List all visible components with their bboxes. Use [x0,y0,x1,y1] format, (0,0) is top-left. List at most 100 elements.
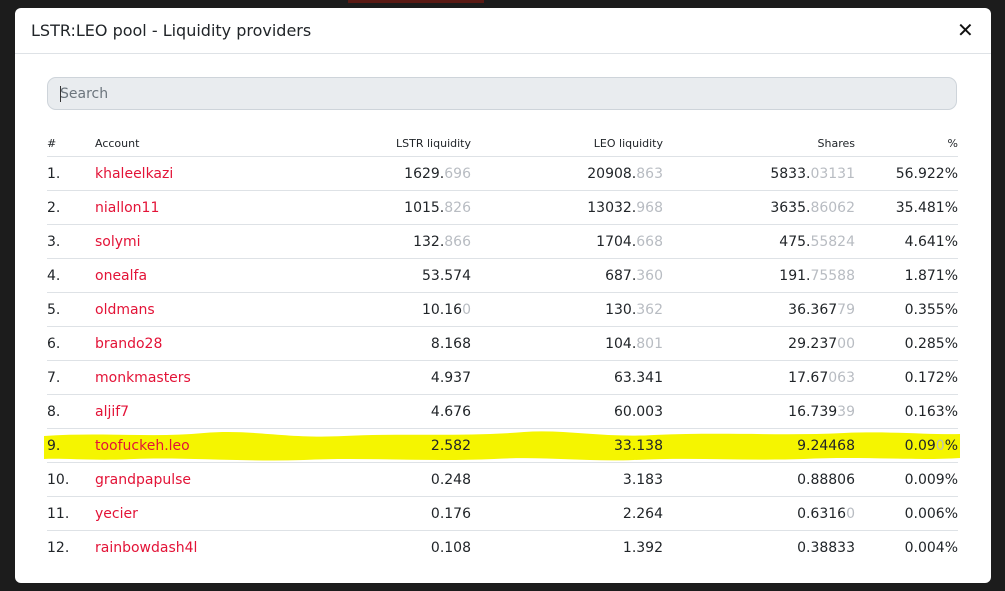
percent-value: 4.641% [904,233,958,250]
col-index-header[interactable]: # [47,130,95,157]
percent-cell: 0.090% [855,428,958,463]
table-header-row: # Account LSTR liquidity LEO liquidity S… [47,130,958,157]
table-row: 8. aljif7 4.676 60.003 16.73939 0.163% [47,394,958,429]
row-index-text: 2. [47,199,61,216]
leo-value: 60.003 [614,403,663,420]
shares-cell: 5833.03131 [663,156,855,191]
shares-value-dim: 03131 [810,165,855,182]
account-link[interactable]: niallon11 [95,200,159,216]
table-row: 2. niallon11 1015.826 13032.968 3635.86062 35… [47,190,958,225]
lstr-value-dim: 826 [444,199,471,216]
col-leo-header[interactable]: LEO liquidity [471,130,663,157]
shares-cell: 475.55824 [663,224,855,259]
leo-value-dim: 362 [636,301,663,318]
shares-value-dim: 55824 [810,233,855,250]
shares-value-dim: 86062 [810,199,855,216]
lstr-value: 0.176 [430,505,471,522]
account-link[interactable]: solymi [95,234,141,250]
account-link[interactable]: yecier [95,506,138,522]
account-cell: solymi [95,224,255,259]
shares-value: 16.739 [788,403,838,420]
shares-value: 0.6316 [797,505,847,522]
table-body: 1. khaleelkazi 1629.696 20908.863 5833.03131… [47,156,958,564]
leo-liquidity-cell: 130.362 [471,292,663,327]
percent-cell: 0.009% [855,462,958,497]
lstr-value: 10.16 [421,301,463,318]
percent-value: 0.355% [904,301,958,318]
table-row: 1. khaleelkazi 1629.696 20908.863 5833.03131… [47,156,958,191]
percent-cell: 1.871% [855,258,958,293]
close-icon[interactable]: ✕ [957,20,974,40]
col-shares-header[interactable]: Shares [663,130,855,157]
lstr-liquidity-cell: 1629.696 [255,156,471,191]
lstr-value: 53.574 [422,267,471,284]
leo-liquidity-cell: 1704.668 [471,224,663,259]
shares-cell: 29.23700 [663,326,855,361]
account-link[interactable]: aljif7 [95,404,129,420]
percent-cell: 0.004% [855,530,958,564]
leo-value: 1704. [596,233,637,250]
shares-cell: 36.36779 [663,292,855,327]
leo-value-dim: 968 [636,199,663,216]
shares-value-dim: 0 [846,505,855,522]
lstr-value-dim: 866 [444,233,471,250]
leo-value: 1.392 [622,539,663,556]
row-index-text: 8. [47,403,61,420]
percent-cell: 0.172% [855,360,958,395]
leo-liquidity-cell: 20908.863 [471,156,663,191]
leo-value: 3.183 [622,471,663,488]
leo-value: 104. [605,335,637,352]
account-link[interactable]: oldmans [95,302,155,318]
lstr-liquidity-cell: 0.248 [255,462,471,497]
col-account-header[interactable]: Account [95,130,255,157]
shares-value: 0.88806 [797,471,855,488]
shares-cell: 0.38833 [663,530,855,564]
row-index: 8. [47,394,95,429]
account-link[interactable]: onealfa [95,268,147,284]
percent-cell: 56.922% [855,156,958,191]
percent-value: 56.922% [895,165,958,182]
account-link[interactable]: rainbowdash4l [95,540,197,556]
search-input[interactable] [48,78,956,109]
account-link[interactable]: toofuckeh.leo [95,438,190,454]
search-box[interactable] [47,77,957,110]
row-index: 4. [47,258,95,293]
percent-value: 0.163% [904,403,958,420]
col-lstr-header[interactable]: LSTR liquidity [255,130,471,157]
row-index: 5. [47,292,95,327]
percent-cell: 35.481% [855,190,958,225]
modal-header: LSTR:LEO pool - Liquidity providers ✕ [15,8,991,54]
lstr-value: 1015. [404,199,445,216]
account-link[interactable]: brando28 [95,336,162,352]
lstr-value-dim: 696 [444,165,471,182]
percent-cell: 0.006% [855,496,958,531]
lstr-value: 8.168 [430,335,471,352]
shares-value-dim: 39 [837,403,855,420]
leo-value: 13032. [587,199,637,216]
liquidity-providers-modal: LSTR:LEO pool - Liquidity providers ✕ # … [15,8,991,583]
row-index-text: 10. [47,471,70,488]
shares-cell: 3635.86062 [663,190,855,225]
lstr-liquidity-cell: 132.866 [255,224,471,259]
leo-liquidity-cell: 63.341 [471,360,663,395]
lstr-liquidity-cell: 53.574 [255,258,471,293]
leo-value: 33.138 [614,437,663,454]
account-link[interactable]: monkmasters [95,370,191,386]
table-row: 12. rainbowdash4l 0.108 1.392 0.38833 0.004% [47,530,958,564]
account-link[interactable]: khaleelkazi [95,166,173,182]
leo-value-dim: 801 [636,335,663,352]
percent-cell: 0.355% [855,292,958,327]
shares-value-dim: 79 [837,301,855,318]
lstr-value: 4.937 [430,369,471,386]
row-index-text: 1. [47,165,61,182]
account-link[interactable]: grandpapulse [95,472,191,488]
leo-value-dim: 668 [636,233,663,250]
lstr-liquidity-cell: 4.937 [255,360,471,395]
percent-value: 0.006% [904,505,958,522]
leo-value: 687. [605,267,637,284]
lstr-value: 4.676 [430,403,471,420]
percent-cell: 0.285% [855,326,958,361]
shares-value-dim: 75588 [810,267,855,284]
leo-liquidity-cell: 3.183 [471,462,663,497]
col-percent-header[interactable]: % [855,130,958,157]
